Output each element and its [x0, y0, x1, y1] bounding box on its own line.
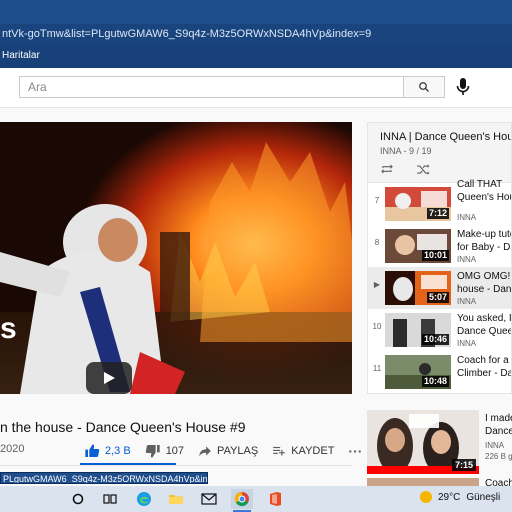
voice-search-button[interactable] [450, 75, 476, 99]
youtube-header [0, 68, 512, 108]
office-icon [270, 492, 281, 506]
task-view-button[interactable] [100, 489, 120, 509]
share-label: PAYLAŞ [217, 445, 259, 457]
folder-icon [169, 495, 183, 504]
share-icon [199, 446, 211, 457]
playlist-item-thumbnail: 10:48 [385, 355, 451, 389]
playlist-item-title: You asked, I Dance Queen [457, 313, 512, 337]
microphone-icon [456, 78, 470, 95]
playlist-header: INNA | Dance Queen's House (D INNA - 9 /… [368, 123, 511, 183]
add-to-playlist-icon [273, 446, 286, 456]
playlist-item-duration: 10:01 [421, 250, 449, 261]
cortana-icon [72, 493, 84, 505]
more-icon: ··· [348, 443, 363, 459]
playlist-item-thumbnail: 7:12 [385, 187, 451, 221]
playlist-item-title: Call THAT Queen's House [457, 179, 511, 203]
bookmarks-bar: Haritalar [0, 44, 512, 68]
shuffle-icon [417, 164, 430, 175]
thumbs-up-icon [85, 444, 100, 457]
edge-button[interactable] [134, 489, 154, 509]
playlist-item-index: 10 [372, 322, 382, 331]
search-input[interactable] [19, 76, 403, 98]
playlist-title[interactable]: INNA | Dance Queen's House (D [380, 131, 511, 143]
video-frame-image [0, 122, 352, 394]
video-title: n the house - Dance Queen's House #9 [0, 419, 246, 435]
weather-location: Güneşli [466, 491, 501, 503]
search-button[interactable] [403, 76, 445, 98]
playlist-item-title: Coach for a d Climber - Da [457, 355, 512, 379]
playlist-position: INNA - 9 / 19 [380, 146, 432, 156]
playlist-item-channel: INNA [457, 213, 477, 222]
chrome-icon [234, 491, 249, 507]
save-label: KAYDET [291, 445, 335, 457]
dislike-button[interactable]: 107 [145, 443, 184, 459]
edge-icon [137, 492, 151, 506]
recommended-video[interactable]: 7:15 I made Dance INNA 226 B g [367, 410, 512, 476]
playlist-controls [380, 163, 452, 175]
mail-button[interactable] [199, 489, 219, 509]
sun-icon [420, 491, 432, 503]
playlist-item-duration: 10:48 [421, 376, 449, 387]
playlist-item-title: OMG OMG! I house - Dan [457, 271, 512, 295]
chrome-button[interactable] [231, 489, 253, 509]
playlist-item-thumbnail: 5:07 [385, 271, 451, 305]
play-icon [104, 372, 115, 384]
play-button[interactable] [86, 362, 132, 394]
playlist-item-duration: 5:07 [426, 292, 449, 303]
playlist-item-channel: INNA [457, 297, 477, 306]
recommended-duration: 7:15 [451, 459, 476, 471]
playlist-item[interactable]: 11 10:48 Coach for a d Climber - Da [368, 351, 512, 393]
screen: ntVk-goTmw&list=PLgutwGMAW6_S9q4z-M3z5OR… [0, 0, 512, 512]
playlist-item[interactable]: 7 7:12 Call THAT Queen's House INNA [368, 179, 511, 225]
recommended-views: 226 B g [485, 452, 512, 461]
info-divider [0, 465, 352, 466]
office-button[interactable] [265, 489, 285, 509]
dislike-count: 107 [165, 445, 185, 457]
playlist-item-thumbnail: 10:46 [385, 313, 451, 347]
recommended-channel: INNA [485, 441, 505, 450]
playlist-item[interactable]: 10 10:46 You asked, I Dance Queen INNA [368, 309, 512, 351]
mail-icon [201, 493, 217, 505]
playlist-item-duration: 10:46 [421, 334, 449, 345]
playlist-item-thumbnail: 10:01 [385, 229, 451, 263]
file-explorer-button[interactable] [166, 489, 186, 509]
video-overlay-text: s [0, 312, 17, 345]
loop-icon [381, 164, 393, 174]
save-button[interactable]: KAYDET [272, 444, 334, 458]
browser-title-bar [0, 0, 512, 24]
search-icon [419, 82, 429, 92]
now-playing-indicator: ▶ [373, 280, 381, 289]
video-actions: 2,3 B 107 PAYLAŞ KAYDET ··· [84, 442, 376, 460]
loop-button[interactable] [380, 163, 394, 175]
address-bar[interactable]: ntVk-goTmw&list=PLgutwGMAW6_S9q4z-M3z5OR… [0, 24, 512, 44]
shuffle-button[interactable] [416, 163, 430, 175]
playlist-item-duration: 7:12 [426, 208, 449, 219]
status-url-tooltip: PLgutwGMAW6_S9q4z-M3z5ORWxNSDA4hVp&index… [0, 472, 208, 484]
video-player[interactable]: s [0, 122, 352, 394]
task-view-icon [103, 494, 117, 504]
recommended-title: I made Dance [485, 413, 512, 437]
share-button[interactable]: PAYLAŞ [198, 444, 258, 458]
address-url: ntVk-goTmw&list=PLgutwGMAW6_S9q4z-M3z5OR… [2, 28, 372, 40]
video-date: 2020 [0, 443, 25, 455]
playlist-item-current[interactable]: ▶ 5:07 OMG OMG! I house - Dan INNA [368, 267, 512, 309]
cortana-button[interactable] [68, 489, 88, 509]
weather-temperature: 29°C [438, 491, 461, 503]
more-actions-button[interactable]: ··· [348, 443, 362, 459]
playlist-item-index: 7 [374, 196, 380, 205]
playlist-item-index: 8 [374, 238, 380, 247]
weather-widget[interactable]: 29°C Güneşli [420, 491, 500, 503]
like-button[interactable]: 2,3 B [84, 443, 131, 459]
recommended-thumbnail: 7:15 [367, 410, 479, 474]
thumbs-down-icon [145, 445, 160, 458]
playlist-item-title: Make-up tuto for Baby - Da [457, 229, 512, 253]
playlist-item-channel: INNA [457, 255, 477, 264]
windows-taskbar: 29°C Güneşli [0, 486, 512, 512]
like-count: 2,3 B [105, 445, 131, 457]
playlist-item-index: 11 [372, 364, 382, 373]
playlist-item-channel: INNA [457, 339, 477, 348]
playlist-item[interactable]: 8 10:01 Make-up tuto for Baby - Da INNA [368, 225, 512, 267]
playlist-panel: INNA | Dance Queen's House (D INNA - 9 /… [367, 122, 512, 394]
bookmark-item[interactable]: Haritalar [2, 50, 40, 61]
